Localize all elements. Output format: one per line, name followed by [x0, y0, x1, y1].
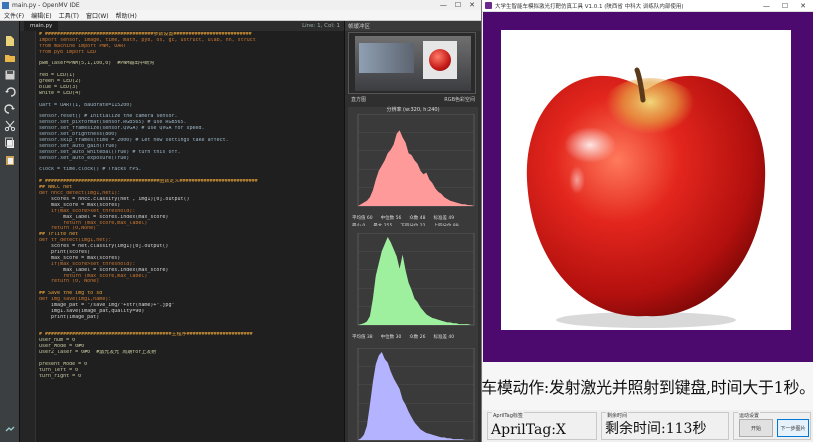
status-bar: AprilTag标签 AprilTag:X 剩余时间 剩余时间:113秒 运动设…	[483, 410, 813, 442]
target-display	[483, 12, 813, 362]
copy-button[interactable]	[4, 137, 16, 149]
apriltag-group: AprilTag标签 AprilTag:X	[487, 412, 597, 440]
simulator-window: 大学生智能车模拟激光打靶仿真工具 V1.0.1 (陕西省 中科大 训练队内部使用…	[481, 0, 813, 442]
redo-icon	[3, 104, 15, 114]
apriltag-group-label: AprilTag标签	[492, 412, 524, 419]
open-file-button[interactable]	[4, 52, 16, 64]
app-icon	[485, 2, 492, 9]
minimize-icon[interactable]: —	[440, 1, 447, 9]
histogram-stat: 众数 26	[409, 335, 426, 340]
start-button[interactable]: 开始	[739, 419, 773, 437]
connect-icon	[5, 426, 14, 432]
histogram-stat: 标准差 49	[433, 216, 455, 221]
ide-titlebar: main.py - OpenMV IDE — ☐ ✕	[0, 0, 481, 10]
paste-icon	[5, 156, 14, 165]
simulator-window-controls: — ☐ ✕	[763, 2, 813, 10]
ide-window: main.py - OpenMV IDE — ☐ ✕ 文件(F) 编辑(E) 工…	[0, 0, 481, 442]
histogram-stat: 中位数 30	[380, 335, 402, 340]
framebuffer-panel: 帧缓冲区 直方图 RGB色彩空间 分辨率 (w:320, h:240) 平均值 6…	[344, 21, 481, 442]
new-file-icon	[5, 36, 14, 46]
histogram-plot	[357, 114, 475, 207]
code-line[interactable]: turn_right = 0	[39, 374, 344, 380]
editor-tabbar: main.py Line: 1, Col: 1	[20, 21, 344, 31]
preview-apple	[429, 49, 451, 71]
ide-toolbar	[0, 21, 19, 442]
line-number-gutter	[20, 31, 36, 442]
new-file-button[interactable]	[4, 35, 16, 47]
paste-button[interactable]	[4, 154, 16, 166]
ide-title: main.py - OpenMV IDE	[12, 1, 80, 9]
histogram-stat: 平均值 60	[352, 216, 373, 221]
preview-window-left	[359, 43, 414, 73]
openmv-logo-icon	[2, 1, 9, 9]
undo-button[interactable]	[4, 86, 16, 98]
copy-icon	[4, 137, 14, 148]
simulator-titlebar: 大学生智能车模拟激光打靶仿真工具 V1.0.1 (陕西省 中科大 训练队内部使用…	[482, 0, 813, 12]
menu-window[interactable]: 窗口(W)	[86, 11, 109, 20]
histogram-stat: 众数 48	[409, 216, 426, 221]
code-editor: main.py Line: 1, Col: 1 # ##############…	[19, 21, 344, 442]
ide-window-controls: — ☐ ✕	[440, 1, 481, 9]
settings-group-label: 运动设置	[738, 412, 761, 419]
histogram-plot	[357, 348, 475, 441]
colorspace-label: RGB色彩空间	[444, 97, 475, 103]
next-image-button[interactable]: 下一步图片	[777, 419, 809, 437]
ide-menubar: 文件(F) 编辑(E) 工具(T) 窗口(W) 帮助(H)	[0, 10, 481, 21]
menu-edit[interactable]: 编辑(E)	[31, 11, 51, 20]
save-icon	[5, 70, 14, 80]
folder-icon	[4, 55, 15, 62]
maximize-icon[interactable]: ☐	[455, 1, 461, 9]
menu-help[interactable]: 帮助(H)	[116, 11, 137, 20]
menu-file[interactable]: 文件(F)	[4, 11, 24, 20]
code-lines[interactable]: # ####################################参数…	[36, 31, 344, 442]
histogram-green: 平均值 38中位数 30众数 26标准差 40最小 0最大 255下四分位 12…	[348, 226, 478, 349]
apriltag-value: AprilTag:X	[491, 422, 566, 438]
ide-body: main.py Line: 1, Col: 1 # ##############…	[0, 21, 481, 442]
histogram-title	[348, 226, 478, 233]
target-image-card	[501, 30, 791, 330]
cut-button[interactable]	[4, 120, 16, 132]
histogram-stat: 标准差 40	[433, 335, 455, 340]
close-icon[interactable]: ✕	[800, 2, 806, 10]
code-area[interactable]: # ####################################参数…	[20, 31, 344, 442]
histogram-label: 直方图	[351, 97, 367, 103]
histogram-title: 分辨率 (w:320, h:240)	[386, 107, 440, 113]
undo-icon	[4, 87, 16, 97]
histogram-blue: 平均值 46中位数 40众数 36标准差 42最小 0最大 255下四分位 14…	[348, 341, 478, 442]
vehicle-action-message: 车模动作:发射激光并照射到键盘,时间大于1秒。	[481, 362, 813, 410]
framebuffer-sublabels: 直方图 RGB色彩空间	[348, 96, 478, 105]
histogram-stat: 平均值 38	[352, 335, 373, 340]
desktop: main.py - OpenMV IDE — ☐ ✕ 文件(F) 编辑(E) 工…	[0, 0, 813, 442]
simulator-title: 大学生智能车模拟激光打靶仿真工具 V1.0.1 (陕西省 中科大 训练队内部使用…	[495, 3, 684, 10]
minimize-icon[interactable]: —	[763, 2, 770, 10]
redo-button[interactable]	[3, 103, 16, 115]
timer-value: 剩余时间:113秒	[605, 421, 707, 437]
save-button[interactable]	[4, 69, 16, 81]
histogram-stat: 中位数 56	[380, 216, 402, 221]
connect-button[interactable]	[4, 422, 16, 434]
apple-image	[526, 67, 766, 328]
histogram-red: 分辨率 (w:320, h:240) 平均值 60 中位数 56 众数 48 标准差 4…	[348, 107, 478, 230]
framebuffer-preview	[348, 32, 476, 94]
histogram-title	[348, 341, 478, 348]
scissors-icon	[4, 120, 15, 132]
framebuffer-header: 帧缓冲区	[345, 21, 481, 31]
timer-group: 剩余时间 剩余时间:113秒	[601, 412, 729, 440]
menu-tools[interactable]: 工具(T)	[59, 11, 79, 20]
cursor-position: Line: 1, Col: 1	[302, 23, 340, 29]
editor-tab-main[interactable]: main.py	[24, 21, 59, 31]
maximize-icon[interactable]: ☐	[782, 2, 788, 10]
histogram-plot	[357, 233, 475, 326]
close-icon[interactable]: ✕	[469, 1, 475, 9]
